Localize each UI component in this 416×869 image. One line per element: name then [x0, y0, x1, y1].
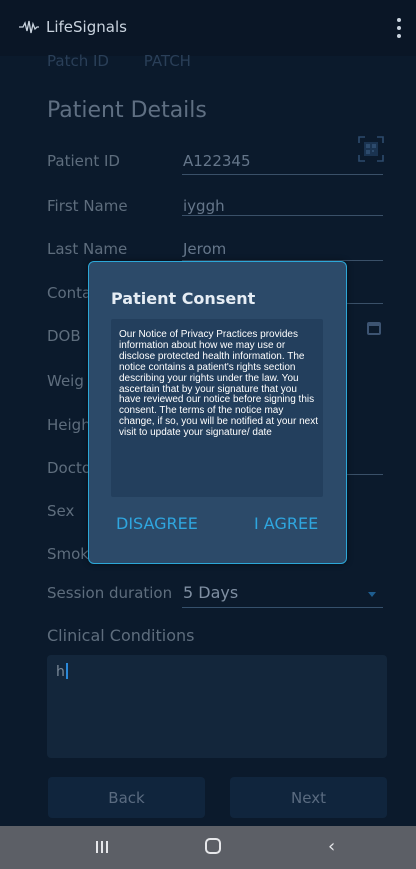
text-cursor	[65, 663, 68, 679]
patch-id-value: PATCH	[143, 52, 191, 70]
consent-text-box[interactable]: Our Notice of Privacy Practices provides…	[111, 319, 323, 497]
consent-dialog: Patient Consent Our Notice of Privacy Pr…	[88, 261, 347, 564]
back-arrow-icon[interactable]: ‹	[328, 836, 335, 857]
first-name-field[interactable]: iyggh	[183, 197, 225, 215]
contact-label: Conta	[47, 284, 92, 302]
agree-button[interactable]: I AGREE	[254, 514, 318, 533]
session-duration-label: Session duration	[47, 584, 173, 602]
app-logo: LifeSignals	[18, 18, 127, 36]
disagree-button[interactable]: DISAGREE	[116, 514, 198, 533]
qr-scan-icon[interactable]	[358, 136, 384, 162]
first-name-label: First Name	[47, 197, 128, 215]
patch-row: Patch ID PATCH	[47, 52, 221, 70]
dialog-title: Patient Consent	[111, 289, 256, 308]
waveform-icon	[19, 20, 39, 34]
calendar-icon[interactable]	[367, 322, 381, 335]
app-bar: LifeSignals	[0, 0, 416, 56]
patch-id-label: Patch ID	[47, 52, 109, 70]
last-name-field[interactable]: Jerom	[183, 240, 226, 258]
patient-id-underline	[182, 174, 383, 175]
last-name-label: Last Name	[47, 240, 128, 258]
clinical-conditions-label: Clinical Conditions	[47, 626, 195, 645]
more-vert-icon[interactable]	[394, 18, 404, 38]
smoker-label: Smok	[47, 545, 89, 563]
app-title: LifeSignals	[46, 18, 127, 36]
dob-label: DOB	[47, 327, 81, 345]
consent-text: Our Notice of Privacy Practices provides…	[119, 329, 319, 439]
next-button[interactable]: Next	[230, 777, 387, 818]
patient-id-field[interactable]: A122345	[183, 152, 251, 170]
session-duration-underline	[182, 607, 383, 608]
sex-label: Sex	[47, 502, 75, 520]
home-icon[interactable]	[205, 838, 221, 854]
height-label: Heigh	[47, 416, 91, 434]
doctor-label: Docto	[47, 459, 92, 477]
recent-apps-icon[interactable]	[96, 841, 108, 853]
clinical-conditions-input[interactable]: h	[47, 655, 387, 758]
weight-label: Weig	[47, 372, 84, 390]
session-duration-select[interactable]: 5 Days	[183, 583, 238, 602]
patient-id-label: Patient ID	[47, 152, 120, 170]
system-nav-bar: ‹	[0, 826, 416, 869]
clinical-conditions-value: h	[56, 664, 65, 680]
clinical-conditions-text: h	[56, 663, 68, 680]
chevron-down-icon[interactable]	[368, 592, 376, 597]
first-name-underline	[182, 215, 383, 216]
page-title: Patient Details	[47, 98, 207, 123]
back-button[interactable]: Back	[48, 777, 205, 818]
